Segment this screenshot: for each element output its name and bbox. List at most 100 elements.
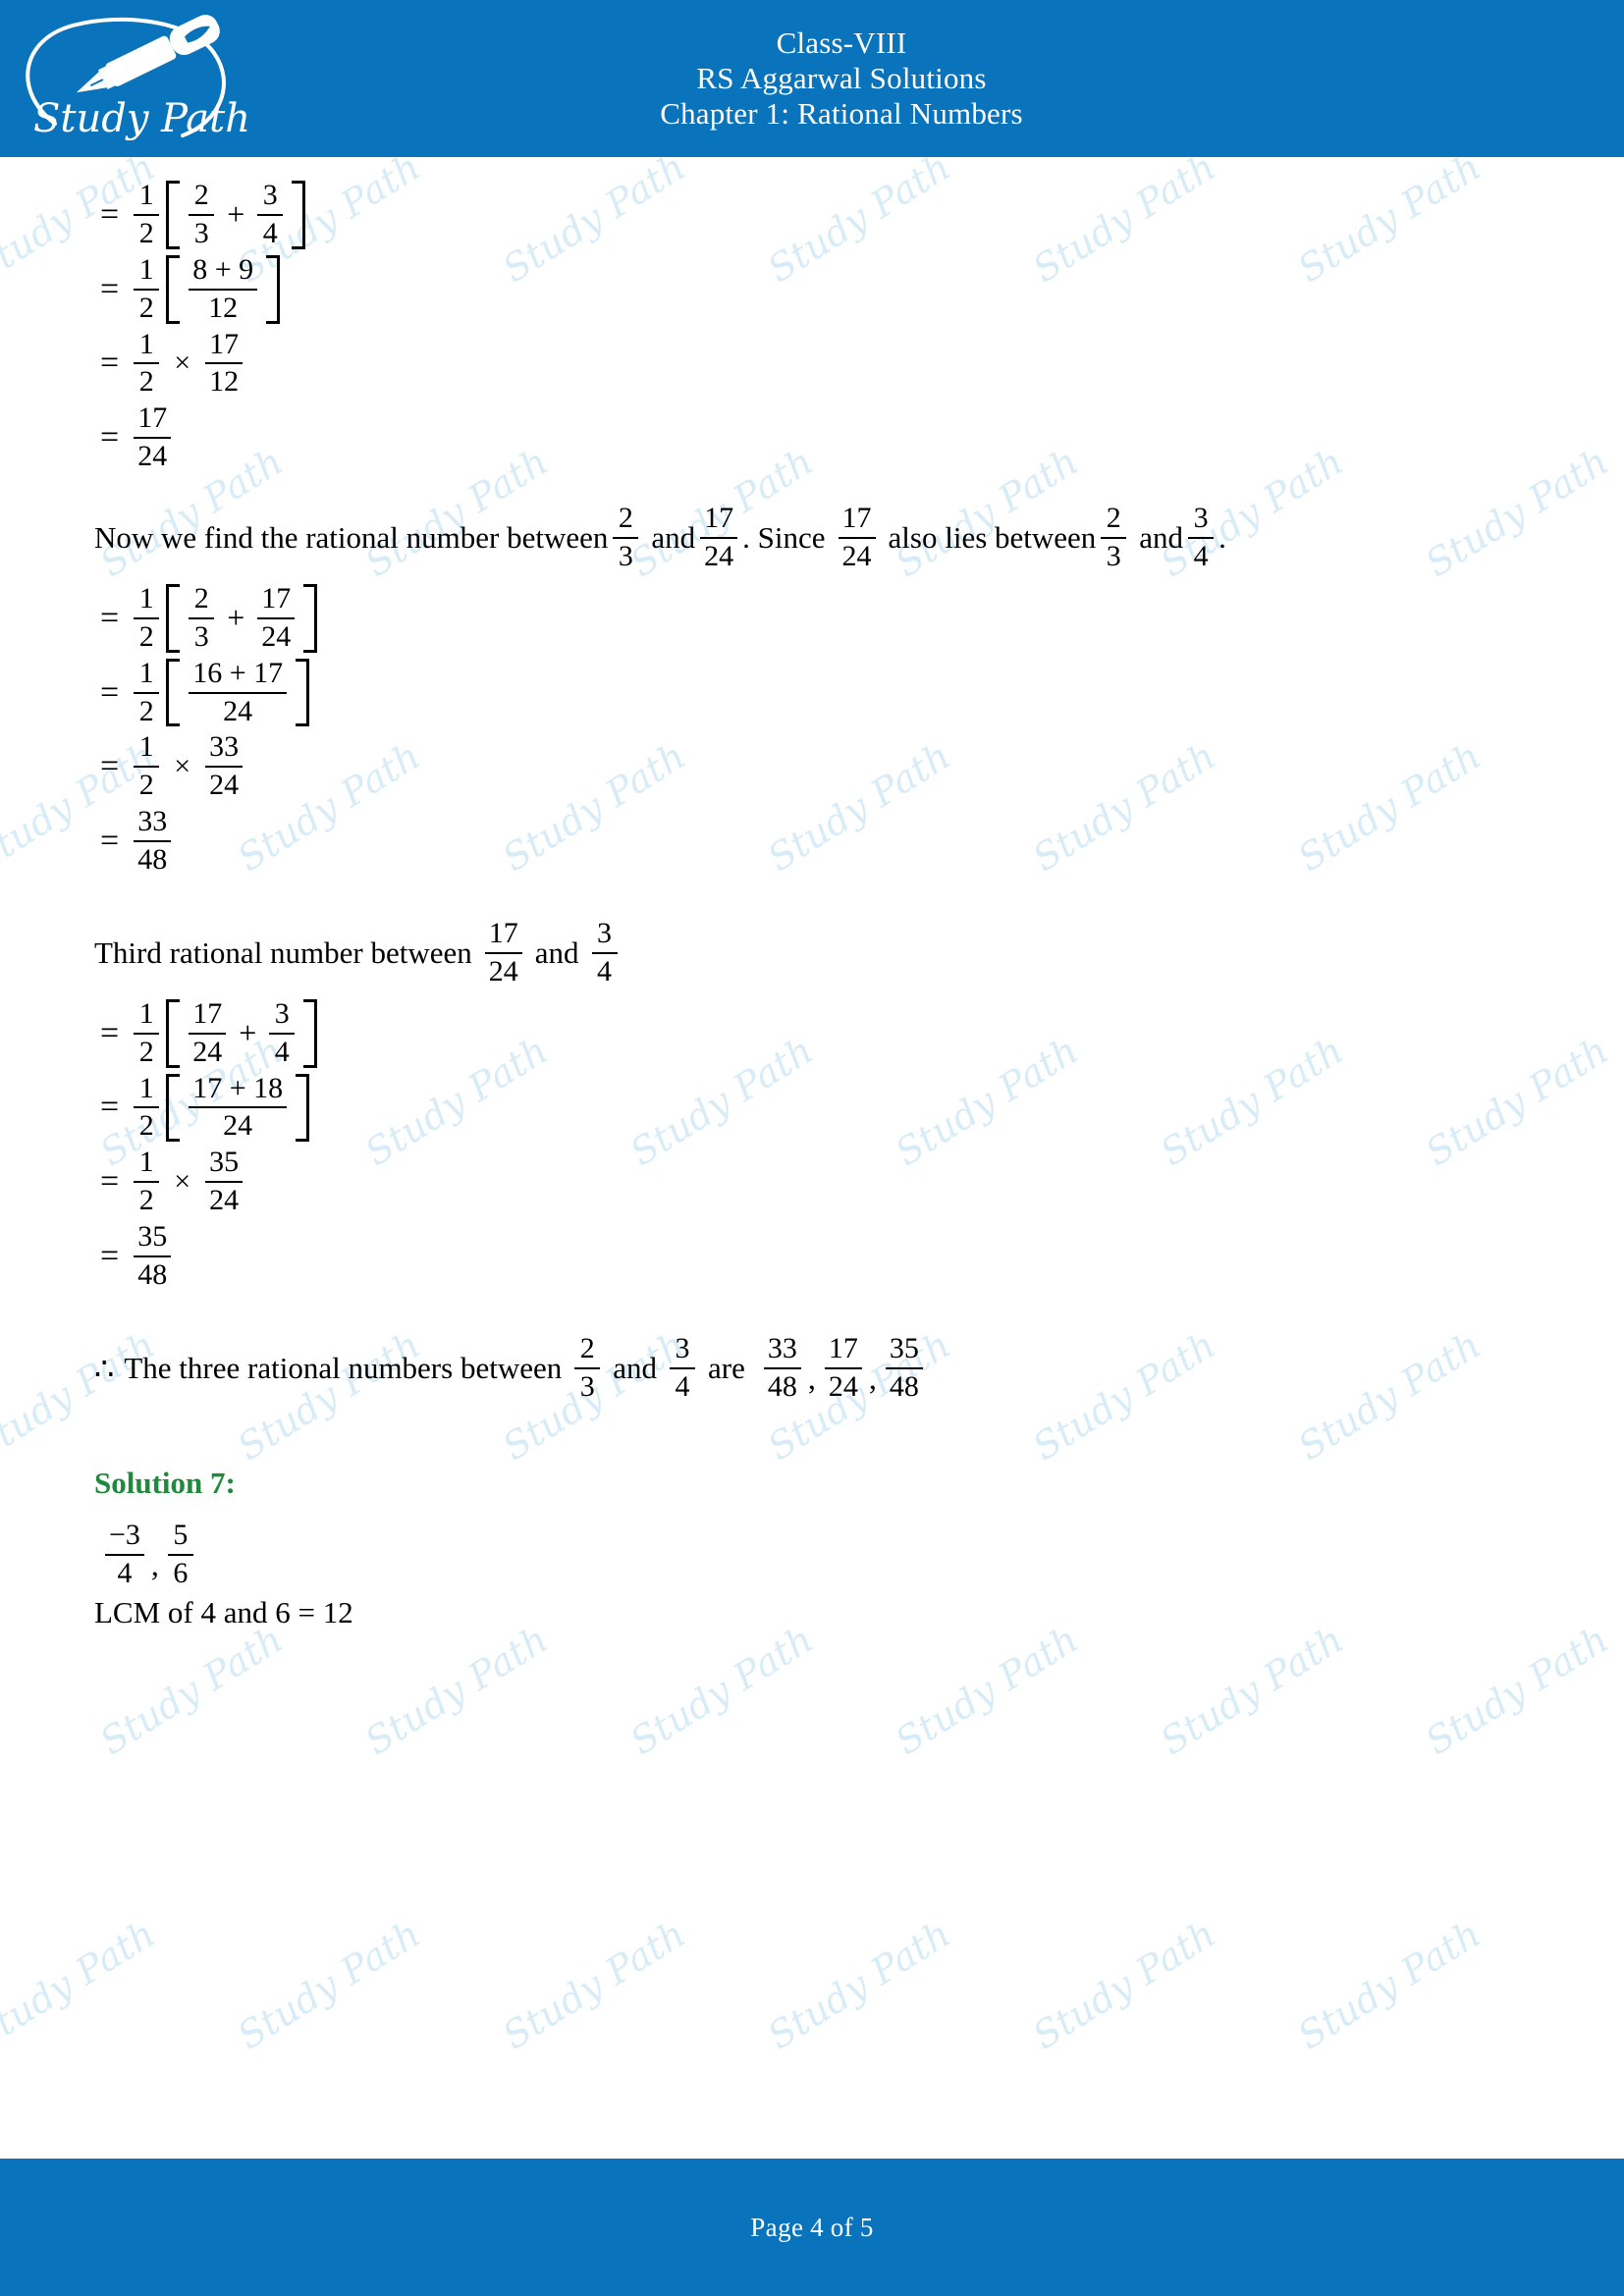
fraction-bar [134,1181,160,1184]
fraction: 16 + 17 24 [189,658,288,727]
paragraph-text: also lies between [888,520,1097,556]
fraction-bar [189,288,258,291]
fraction-bar [167,1553,193,1556]
fraction: 3 4 [670,1333,695,1403]
equation-row: = 1 2 17 24 + 3 4 [94,998,1540,1068]
equation-row: = 17 24 [94,402,1540,472]
fraction: 17 24 [700,503,738,572]
answer-fraction: 17 24 [824,1333,862,1403]
fraction-half: 1 2 [134,658,160,727]
fraction: 17 12 [205,329,244,399]
right-bracket [266,254,281,324]
fraction-bar [105,1553,144,1556]
fraction-bar [134,1255,172,1258]
footer-total-pages: 5 [859,2212,874,2242]
equals-sign: = [100,673,120,711]
paragraph-text: Now we find the rational number between [94,520,609,556]
fraction-bar [885,1366,923,1369]
fraction-bar [134,288,160,291]
fraction: 17 24 [484,918,522,988]
fraction-bar [189,691,288,694]
fraction-result: 33 48 [134,806,172,876]
fraction-bar [257,616,296,619]
paragraph-text: . Since [742,520,826,556]
fraction: 3 4 [269,998,296,1068]
lcm-line: LCM of 4 and 6 = 12 [94,1595,1540,1630]
fraction: 2 3 [613,503,639,572]
equation-row: = 1 2 × 17 12 [94,329,1540,399]
right-bracket [296,1073,310,1143]
equation-row: = 1 2 2 3 + 3 4 [94,180,1540,249]
equation-row: = 1 2 × 33 24 [94,732,1540,801]
equals-sign: = [100,823,120,860]
answer-fraction: 35 48 [885,1333,923,1403]
fraction-bar [824,1366,862,1369]
separator-comma: , [807,1360,816,1396]
header-class-line: Class-VIII [776,26,907,61]
multiply-sign: × [174,750,191,783]
fraction-bar [189,1032,227,1035]
equals-sign: = [100,195,120,233]
fraction-bar [1101,537,1127,540]
footer-page-label: Page [750,2212,804,2242]
fraction-bar [1188,537,1215,540]
bracket-group: 2 3 + 17 24 [164,583,319,653]
plus-sign: + [227,600,245,636]
fraction: 8 + 9 12 [189,254,258,324]
equals-sign: = [100,270,120,307]
left-bracket [166,254,181,324]
fraction-bar [205,362,244,365]
fraction-bar [670,1366,695,1369]
header-title-block: Class-VIII RS Aggarwal Solutions Chapter… [660,26,1023,132]
left-bracket [166,583,181,653]
equals-sign: = [100,1163,120,1201]
fraction: 17 + 18 24 [189,1073,288,1143]
separator-comma: , [150,1546,159,1582]
fraction-bar [269,1032,296,1035]
fraction: 17 24 [189,998,227,1068]
multiply-sign: × [174,347,191,380]
paragraph-text: and [534,934,579,970]
fraction-bar [763,1366,801,1369]
page-header: Study Path Class-VIII RS Aggarwal Soluti… [0,0,1624,157]
fraction-bar [134,1106,160,1109]
fraction-result: 35 48 [134,1221,172,1291]
fraction-half: 1 2 [134,1147,160,1216]
fraction: 2 3 [189,583,215,653]
equals-sign: = [100,1014,120,1051]
solution-content: = 1 2 2 3 + 3 4 = 1 2 8 + 9 12 = 1 2 × 1… [0,157,1624,2159]
fraction-bar [134,437,172,440]
equals-sign: = [100,748,120,785]
fraction-bar [134,840,172,843]
equation-row: = 1 2 × 35 24 [94,1147,1540,1216]
fraction-bar [574,1366,601,1369]
fraction-bar [205,766,244,769]
header-chapter-line: Chapter 1: Rational Numbers [660,95,1023,131]
header-book-line: RS Aggarwal Solutions [696,61,987,96]
equals-sign: = [100,599,120,636]
fraction-half: 1 2 [134,254,160,324]
fraction-bar [134,1032,160,1035]
fraction: 17 24 [838,503,876,572]
fraction-bar [189,1106,288,1109]
fraction-bar [700,537,738,540]
equation-row: = 33 48 [94,806,1540,876]
fraction: 2 3 [1101,503,1127,572]
logo-wordmark: Study Path [33,96,249,141]
study-path-logo: Study Path [14,6,250,151]
fraction-bar [134,616,160,619]
paragraph-text: and [1139,520,1184,556]
explanation-paragraph: Now we find the rational number between … [94,503,1540,572]
fraction-bar [838,537,876,540]
lcm-text: LCM of 4 and 6 = 12 [94,1594,353,1629]
bracket-group: 17 + 18 24 [164,1073,311,1143]
fraction: 5 6 [167,1520,193,1589]
equals-sign: = [100,1089,120,1126]
bracket-group: 8 + 9 12 [164,254,282,324]
fraction-bar [613,537,639,540]
answer-fraction: 33 48 [763,1333,801,1403]
right-bracket [292,181,306,249]
equation-row: = 1 2 8 + 9 12 [94,254,1540,324]
equals-sign: = [100,419,120,456]
fraction-half: 1 2 [134,329,160,399]
